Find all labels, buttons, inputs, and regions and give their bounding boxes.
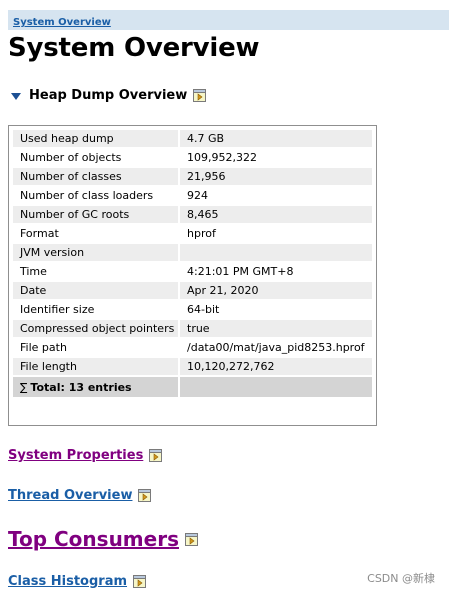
row-value: 4.7 GB [180, 130, 372, 147]
table-row: JVM version [13, 244, 372, 261]
row-value: Apr 21, 2020 [180, 282, 372, 299]
row-key: Used heap dump [13, 130, 178, 147]
heap-dump-overview-header[interactable]: Heap Dump Overview [11, 86, 207, 104]
row-value [180, 244, 372, 261]
row-key: JVM version [13, 244, 178, 261]
table-row: Identifier size 64-bit [13, 301, 372, 318]
row-key: Number of classes [13, 168, 178, 185]
row-key: Identifier size [13, 301, 178, 318]
row-value: 4:21:01 PM GMT+8 [180, 263, 372, 280]
total-empty-cell [180, 377, 372, 397]
row-value: 8,465 [180, 206, 372, 223]
row-key: Time [13, 263, 178, 280]
row-value: /data00/mat/java_pid8253.hprof [180, 339, 372, 356]
total-label: Total: 13 entries [30, 380, 132, 394]
table-row: Used heap dump 4.7 GB [13, 130, 372, 147]
heap-overview-table: Used heap dump 4.7 GB Number of objects … [8, 125, 377, 426]
row-key: Compressed object pointers [13, 320, 178, 337]
row-key: File length [13, 358, 178, 375]
row-value: 10,120,272,762 [180, 358, 372, 375]
watermark: CSDN @新棣 [367, 572, 435, 585]
row-value: hprof [180, 225, 372, 242]
thread-overview-row: Thread Overview [8, 488, 152, 503]
detach-icon[interactable] [193, 88, 207, 102]
system-properties-row: System Properties [8, 448, 163, 463]
table-row: File length 10,120,272,762 [13, 358, 372, 375]
row-key: Format [13, 225, 178, 242]
row-key: Number of GC roots [13, 206, 178, 223]
table-row: Number of class loaders 924 [13, 187, 372, 204]
table-row: Number of classes 21,956 [13, 168, 372, 185]
breadcrumb-link-system-overview[interactable]: System Overview [13, 17, 111, 28]
row-key: Number of class loaders [13, 187, 178, 204]
row-value: 109,952,322 [180, 149, 372, 166]
row-key: Date [13, 282, 178, 299]
sigma-icon: ∑ [20, 380, 28, 394]
total-cell: ∑ Total: 13 entries [13, 377, 178, 397]
row-value: true [180, 320, 372, 337]
detach-icon[interactable] [133, 575, 147, 588]
row-value: 924 [180, 187, 372, 204]
detach-icon[interactable] [184, 532, 198, 546]
row-key: Number of objects [13, 149, 178, 166]
section-title: Heap Dump Overview [29, 87, 188, 103]
table-row: Number of GC roots 8,465 [13, 206, 372, 223]
class-histogram-link[interactable]: Class Histogram [8, 574, 127, 589]
class-histogram-row: Class Histogram [8, 574, 147, 589]
top-consumers-row: Top Consumers [8, 527, 198, 551]
page: System Overview System Overview Heap Dum… [0, 0, 449, 592]
row-value: 21,956 [180, 168, 372, 185]
table-row: Number of objects 109,952,322 [13, 149, 372, 166]
table-row: Time 4:21:01 PM GMT+8 [13, 263, 372, 280]
breadcrumb: System Overview [8, 10, 449, 30]
page-title: System Overview [8, 33, 260, 63]
row-value: 64-bit [180, 301, 372, 318]
detach-icon[interactable] [138, 489, 152, 502]
triangle-down-icon[interactable] [11, 92, 21, 100]
table-row: Date Apr 21, 2020 [13, 282, 372, 299]
row-key: File path [13, 339, 178, 356]
detach-icon[interactable] [149, 449, 163, 462]
table-row: Compressed object pointers true [13, 320, 372, 337]
table-row: File path /data00/mat/java_pid8253.hprof [13, 339, 372, 356]
thread-overview-link[interactable]: Thread Overview [8, 488, 132, 503]
top-consumers-link[interactable]: Top Consumers [8, 527, 179, 551]
overview-table: Used heap dump 4.7 GB Number of objects … [11, 128, 374, 399]
system-properties-link[interactable]: System Properties [8, 448, 143, 463]
table-total-row: ∑ Total: 13 entries [13, 377, 372, 397]
table-row: Format hprof [13, 225, 372, 242]
